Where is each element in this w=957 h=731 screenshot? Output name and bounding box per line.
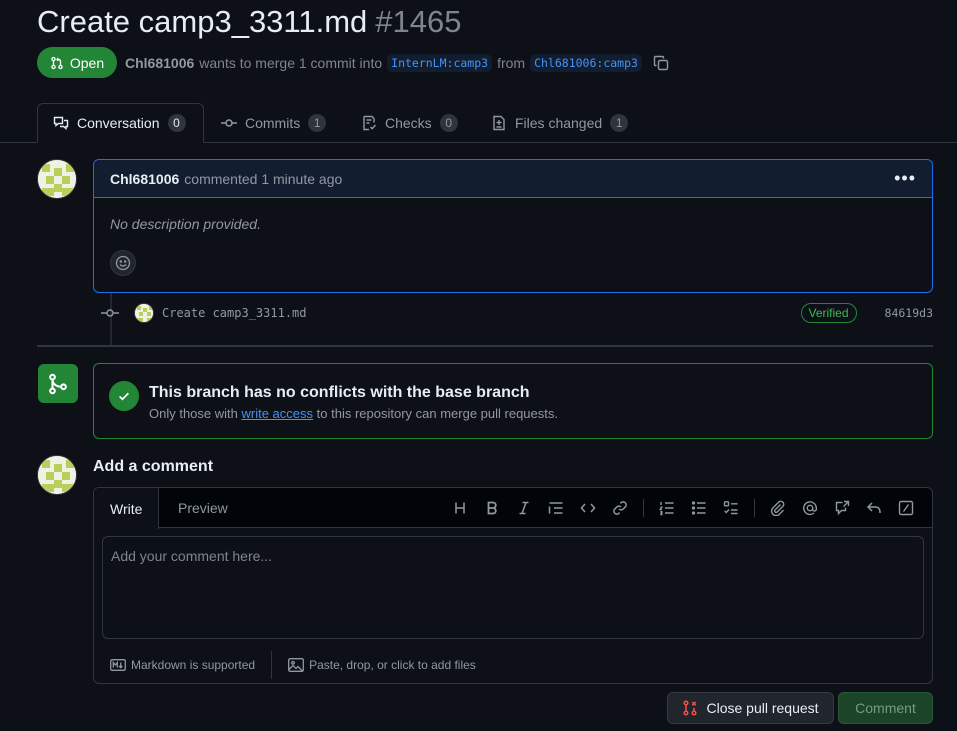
tab-write[interactable]: Write xyxy=(94,488,160,529)
slash-command-icon[interactable] xyxy=(890,492,922,524)
attach-files-button[interactable]: Paste, drop, or click to add files xyxy=(272,650,492,680)
pr-number: #1465 xyxy=(375,4,462,39)
mention-icon[interactable] xyxy=(794,492,826,524)
current-user-avatar[interactable] xyxy=(37,455,77,495)
toolbar-divider xyxy=(643,499,644,517)
merge-desc-before: Only those with xyxy=(149,406,238,421)
commit-sha-link[interactable]: 84619d3 xyxy=(885,306,933,320)
pull-request-icon xyxy=(51,56,63,69)
comment-author-avatar[interactable] xyxy=(37,159,77,199)
comment-discussion-icon xyxy=(53,116,69,130)
tab-conversation[interactable]: Conversation 0 xyxy=(37,103,204,143)
image-icon xyxy=(288,658,305,672)
kebab-menu-icon[interactable]: ••• xyxy=(894,168,916,189)
merge-status-box: This branch has no conflicts with the ba… xyxy=(93,363,933,439)
merge-desc-after: to this repository can merge pull reques… xyxy=(316,406,558,421)
reply-icon[interactable] xyxy=(858,492,890,524)
comment-box: Chl681006 commented 1 minute ago ••• No … xyxy=(93,159,933,293)
pr-title-text: Create camp3_3311.md xyxy=(37,4,368,39)
markdown-supported-link[interactable]: Markdown is supported xyxy=(94,650,271,680)
comment-author[interactable]: Chl681006 xyxy=(110,171,179,187)
git-merge-icon xyxy=(38,364,78,403)
comment-meta[interactable]: commented 1 minute ago xyxy=(184,171,342,187)
copy-icon[interactable] xyxy=(653,55,669,71)
tab-checks-count: 0 xyxy=(439,114,458,132)
tab-commits-label: Commits xyxy=(245,115,301,131)
paperclip-icon[interactable] xyxy=(762,492,794,524)
tab-files-changed-count: 1 xyxy=(610,114,629,132)
timeline-end-divider xyxy=(37,345,933,347)
cross-reference-icon[interactable] xyxy=(826,492,858,524)
markdown-note: Markdown is supported xyxy=(131,658,256,672)
head-branch-link[interactable]: Chl681006:camp3 xyxy=(530,54,642,72)
pr-meta: Chl681006 wants to merge 1 commit into I… xyxy=(125,52,669,74)
verified-badge[interactable]: Verified xyxy=(800,303,857,323)
checklist-icon xyxy=(363,115,377,131)
tab-checks[interactable]: Checks 0 xyxy=(346,103,473,143)
comment-textarea[interactable] xyxy=(102,536,924,639)
tab-commits-count: 1 xyxy=(308,114,327,132)
check-circle-icon xyxy=(109,381,139,411)
pr-state-label: Open xyxy=(69,54,105,71)
timeline-commit-row: Create camp3_3311.md Verified 84619d3 xyxy=(100,300,933,326)
comment-submit-button[interactable]: Comment xyxy=(838,692,933,724)
tab-commits[interactable]: Commits 1 xyxy=(206,103,341,143)
git-commit-icon xyxy=(221,119,237,127)
commit-message-link[interactable]: Create camp3_3311.md xyxy=(162,306,307,320)
add-reaction-smiley-icon[interactable] xyxy=(110,250,136,276)
link-icon[interactable] xyxy=(604,492,636,524)
close-pull-request-label: Close pull request xyxy=(706,700,819,716)
from-text: from xyxy=(497,55,526,71)
write-access-link[interactable]: write access xyxy=(242,406,314,421)
bold-icon[interactable] xyxy=(476,492,508,524)
quote-icon[interactable] xyxy=(540,492,572,524)
comment-body: No description provided. xyxy=(110,216,261,232)
files-note: Paste, drop, or click to add files xyxy=(309,658,476,672)
close-pull-request-button[interactable]: Close pull request xyxy=(667,692,834,724)
file-diff-icon xyxy=(493,115,505,131)
pr-action-text: wants to merge 1 commit into xyxy=(199,55,383,71)
pull-request-closed-icon xyxy=(683,700,698,716)
tab-files-changed-label: Files changed xyxy=(515,115,603,131)
editor-header: Write Preview xyxy=(94,488,932,529)
toolbar-divider xyxy=(754,499,755,517)
tab-checks-label: Checks xyxy=(385,115,432,131)
task-list-icon[interactable] xyxy=(715,492,747,524)
unordered-list-icon[interactable] xyxy=(683,492,715,524)
markdown-icon xyxy=(110,659,126,671)
markdown-toolbar xyxy=(444,488,922,528)
italic-icon[interactable] xyxy=(508,492,540,524)
ordered-list-icon[interactable] xyxy=(651,492,683,524)
editor-footer: Markdown is supported Paste, drop, or cl… xyxy=(94,646,932,683)
comment-editor: Write Preview Add your comment here... M… xyxy=(93,487,933,684)
add-comment-heading: Add a comment xyxy=(93,458,214,475)
tab-preview[interactable]: Preview xyxy=(162,488,244,528)
tab-files-changed[interactable]: Files changed 1 xyxy=(476,103,643,143)
commit-author-avatar[interactable] xyxy=(134,303,154,323)
git-commit-icon xyxy=(101,309,119,317)
comment-header: Chl681006 commented 1 minute ago ••• xyxy=(94,160,932,198)
pr-title: Create camp3_3311.md #1465 xyxy=(37,2,462,42)
base-branch-link[interactable]: InternLM:camp3 xyxy=(387,54,493,72)
tab-conversation-count: 0 xyxy=(167,114,186,132)
heading-icon[interactable] xyxy=(444,492,476,524)
merge-status-title: This branch has no conflicts with the ba… xyxy=(149,384,530,401)
code-icon[interactable] xyxy=(572,492,604,524)
pr-state-badge: Open xyxy=(37,47,117,78)
merge-status-description: Only those with write access to this rep… xyxy=(149,406,558,421)
tab-conversation-label: Conversation xyxy=(77,115,160,131)
pr-author-link[interactable]: Chl681006 xyxy=(125,55,194,71)
